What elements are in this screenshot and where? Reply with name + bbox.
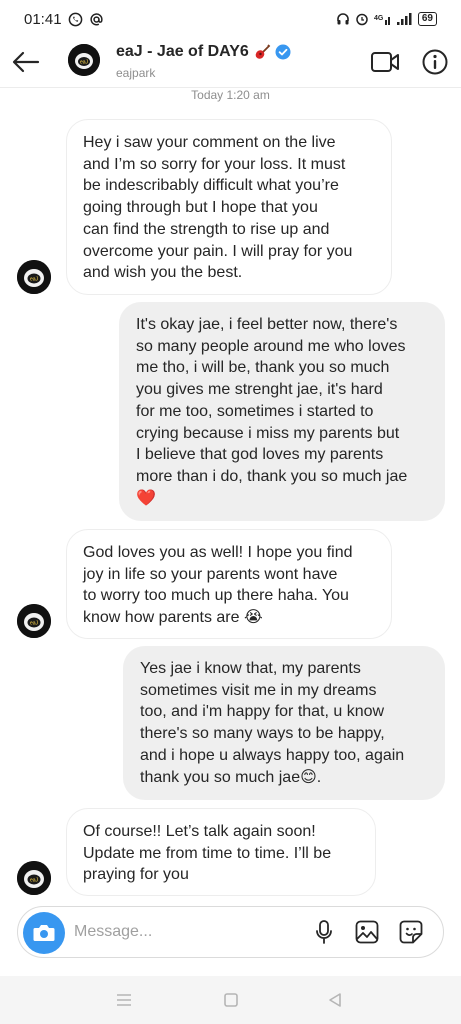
- message-line: can find the strength to rise up and: [83, 220, 330, 238]
- home-icon[interactable]: [221, 990, 241, 1010]
- signal-bars-icon: [396, 13, 412, 25]
- back-arrow-icon[interactable]: [10, 46, 42, 78]
- message-bubble-incoming[interactable]: Hey i saw your comment on the live and I…: [66, 119, 392, 295]
- message-bubble-outgoing[interactable]: It's okay jae, i feel better now, there'…: [119, 302, 445, 521]
- message-line: and i hope u always happy too, again: [140, 746, 405, 764]
- sticker-icon[interactable]: [398, 919, 424, 945]
- header-avatar[interactable]: eaJ: [68, 44, 100, 76]
- video-call-icon[interactable]: [370, 50, 400, 74]
- message-line: too, and i'm happy for that, u know: [140, 703, 385, 721]
- message-line: joy in life so your parents wont have: [83, 565, 338, 583]
- battery-level: 69: [417, 12, 437, 26]
- status-bar: 01:41 4G 69: [0, 0, 461, 38]
- at-icon: [89, 12, 103, 25]
- system-nav-bar: [0, 976, 461, 1024]
- contact-name: eaJ - Jae of DAY6: [116, 43, 249, 60]
- message-line: I believe that god loves my parents: [136, 446, 384, 464]
- camera-icon: [33, 925, 55, 941]
- message-line: crying because i miss my parents but: [136, 424, 400, 442]
- gallery-icon[interactable]: [354, 919, 380, 945]
- message-line: be indescribably difficult what you’re: [83, 177, 339, 195]
- alarm-icon: [356, 13, 368, 26]
- message-line: going through but I hope that you: [83, 199, 318, 217]
- message-line: you gives me strenght jae, it's hard: [136, 381, 383, 399]
- verified-badge-icon: [275, 44, 291, 60]
- camera-button[interactable]: [23, 912, 65, 954]
- chat-timestamp: Today 1:20 am: [191, 88, 270, 102]
- microphone-icon[interactable]: [311, 919, 337, 945]
- message-line: praying for you: [83, 866, 189, 884]
- message-composer: [17, 906, 444, 958]
- message-line: thank you so much jae😊.: [140, 768, 322, 786]
- message-line: It's okay jae, i feel better now, there'…: [136, 316, 398, 333]
- back-icon[interactable]: [325, 990, 345, 1010]
- svg-text:eaJ: eaJ: [80, 60, 89, 66]
- heart-emoji: ❤️: [136, 489, 156, 507]
- contact-username[interactable]: eajpark: [116, 66, 155, 80]
- svg-text:eaJ: eaJ: [30, 878, 39, 884]
- whatsapp-icon: [68, 12, 82, 26]
- message-line: so many people around me who loves: [136, 337, 406, 355]
- message-line: me tho, i will be, thank you so much: [136, 359, 390, 377]
- contact-name-row[interactable]: eaJ - Jae of DAY6: [116, 43, 291, 61]
- headphones-icon: [337, 13, 349, 25]
- message-input[interactable]: [74, 907, 294, 957]
- message-bubble-incoming[interactable]: Of course!! Let’s talk again soon! Updat…: [66, 808, 376, 896]
- menu-icon[interactable]: [114, 990, 134, 1010]
- message-bubble-incoming[interactable]: God loves you as well! I hope you find j…: [66, 529, 392, 639]
- message-line: for me too, sometimes i started to: [136, 402, 374, 420]
- chat-header: eaJ eaJ - Jae of DAY6 eajpark: [0, 38, 461, 88]
- info-icon[interactable]: [421, 48, 449, 76]
- guitar-icon: [255, 44, 271, 59]
- message-line: more than i do, thank you so much jae: [136, 467, 408, 485]
- svg-text:eaJ: eaJ: [30, 277, 39, 283]
- message-line: know how parents are 😭: [83, 609, 263, 627]
- message-line: overcome your pain. I will pray for you: [83, 242, 353, 260]
- message-line: to worry too much up there haha. You: [83, 587, 349, 605]
- svg-text:eaJ: eaJ: [30, 621, 39, 627]
- signal-4g-icon: 4G: [374, 15, 390, 25]
- message-line: God loves you as well! I hope you find: [83, 544, 353, 561]
- message-line: Hey i saw your comment on the live: [83, 134, 336, 151]
- message-line: there's so many ways to be happy,: [140, 725, 385, 743]
- message-line: and wish you the best.: [83, 264, 243, 282]
- message-line: and I’m so sorry for your loss. It must: [83, 155, 346, 173]
- status-time: 01:41: [24, 10, 62, 28]
- sender-avatar[interactable]: eaJ: [17, 604, 51, 638]
- message-line: Yes jae i know that, my parents: [140, 660, 361, 677]
- message-line: Update me from time to time. I’ll be: [83, 844, 332, 862]
- message-bubble-outgoing[interactable]: Yes jae i know that, my parents sometime…: [123, 646, 445, 800]
- sender-avatar[interactable]: eaJ: [17, 260, 51, 294]
- message-line: Of course!! Let’s talk again soon!: [83, 823, 316, 840]
- sender-avatar[interactable]: eaJ: [17, 861, 51, 895]
- svg-text:4G: 4G: [374, 15, 384, 22]
- message-line: sometimes visit me in my dreams: [140, 681, 377, 699]
